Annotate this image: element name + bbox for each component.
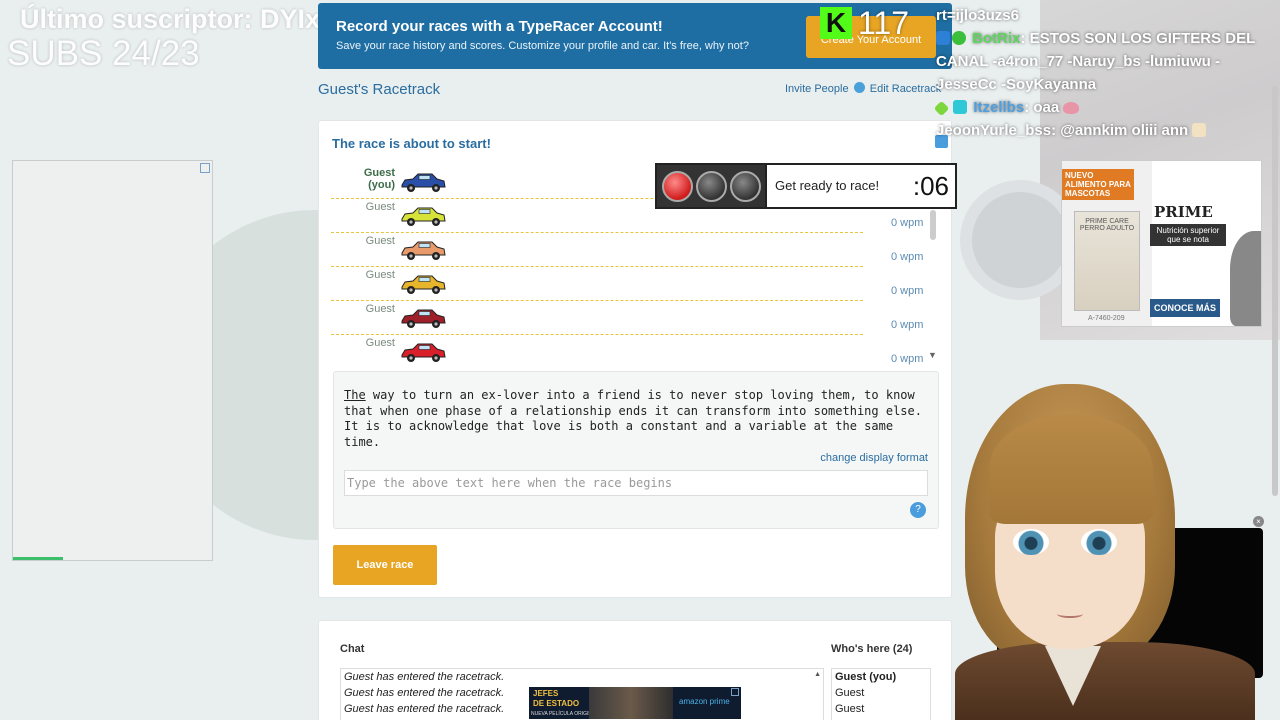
bot-badge-icon <box>936 31 950 45</box>
racer-lane: Guest 0 wpm <box>331 233 923 267</box>
subscriber-badge-icon <box>953 100 968 114</box>
dog-illustration-icon <box>1230 231 1261 326</box>
racer-lane: Guest 0 wpm <box>331 301 923 335</box>
stream-chat-line: rt=ijlo3uzs6 <box>936 7 1019 24</box>
banner-subtitle: Save your race history and scores. Custo… <box>336 40 749 52</box>
whos-here-title: Who's here (24) <box>831 643 913 655</box>
ad-cta-button[interactable]: CONOCE MÁS <box>1150 299 1220 317</box>
racer-lane: Guest 0 wpm <box>331 267 923 301</box>
emote-icon <box>1192 123 1207 137</box>
countdown-timer: :06 <box>912 171 949 201</box>
countdown-popup: Get ready to race! :06 <box>655 163 957 209</box>
scroll-down-icon[interactable]: ▼ <box>928 350 937 360</box>
race-status: The race is about to start! <box>332 136 491 151</box>
racer-name: Guest <box>365 235 395 247</box>
kick-viewer-count: 117 <box>858 4 910 41</box>
participant-item: Guest <box>835 703 865 715</box>
whos-here-list[interactable]: Guest (you) Guest Guest <box>831 668 931 720</box>
stream-chat-line: Itzellbs: oaa <box>933 96 1280 119</box>
ad-left[interactable] <box>12 160 213 561</box>
race-car-icon <box>401 309 446 328</box>
race-car-icon <box>401 343 446 362</box>
leave-race-button[interactable]: Leave race <box>333 545 437 585</box>
remaining-text: way to turn an ex-lover into a friend is… <box>344 388 922 449</box>
change-display-format-link[interactable]: change display format <box>820 452 928 464</box>
chat-title: Chat <box>340 643 365 655</box>
red-light-icon <box>661 170 693 202</box>
race-car-icon <box>401 173 446 192</box>
race-car-icon <box>401 241 446 260</box>
racer-wpm: 0 wpm <box>891 285 924 297</box>
ad-slogan: Nutrición superior que se nota <box>1150 224 1226 246</box>
race-car-icon <box>401 275 446 294</box>
green-light-icon <box>729 170 761 202</box>
stream-chat-user: JeoonYurle_bss <box>936 122 1052 139</box>
lanes-scrollbar[interactable] <box>930 210 936 240</box>
adchoices-icon[interactable] <box>200 163 210 173</box>
stream-chat-user: BotRix <box>972 30 1021 47</box>
chat-scroll-up-icon[interactable]: ▲ <box>814 671 821 678</box>
help-icon[interactable]: ? <box>910 502 926 518</box>
kick-viewer-badge: K 117 <box>820 5 909 41</box>
racer-wpm: 0 wpm <box>891 319 924 331</box>
participant-item: Guest (you) <box>835 671 897 683</box>
verified-badge-icon <box>952 31 966 45</box>
racetrack-links: Invite People Edit Racetrack <box>785 82 941 95</box>
stream-chat-overlay: rt=ijlo3uzs6 BotRix: ESTOS SON LOS GIFTE… <box>933 4 1280 142</box>
get-ready-text: Get ready to race! <box>775 178 880 193</box>
stream-chat-user: Itzellbs <box>973 99 1025 116</box>
race-car-icon <box>401 207 446 226</box>
ad-tag: NUEVO ALIMENTO PARA MASCOTAS <box>1062 169 1134 200</box>
edit-racetrack-link[interactable]: Edit Racetrack <box>870 83 942 95</box>
kick-logo-icon: K <box>820 7 852 39</box>
traffic-light <box>657 165 767 207</box>
racer-wpm: 0 wpm <box>891 353 924 365</box>
vtuber-avatar <box>955 384 1255 720</box>
ad-product-bag: PRIME CARE PERRO ADULTO <box>1074 211 1140 311</box>
stream-chat-line: JeoonYurle_bss: @annkim oliii ann <box>936 119 1280 142</box>
racer-name: Guest <box>365 337 395 349</box>
yellow-light-icon <box>695 170 727 202</box>
racer-wpm: 0 wpm <box>891 217 924 229</box>
gifter-badge-icon <box>933 100 950 117</box>
stream-chat-line: BotRix: ESTOS SON LOS GIFTERS DEL CANAL … <box>936 27 1280 96</box>
stream-chat-text: : oaa <box>1024 99 1060 116</box>
invite-people-link[interactable]: Invite People <box>785 83 849 95</box>
adchoices-icon[interactable] <box>731 688 739 696</box>
racer-name: Guest (you) <box>363 167 395 191</box>
subs-goal-overlay: SUBS 24/23 <box>7 34 200 73</box>
racer-name: Guest <box>365 269 395 281</box>
racer-name: Guest <box>365 303 395 315</box>
ad-bottom-title: JEFES <box>533 689 559 698</box>
current-word: The <box>344 388 366 402</box>
avatar-bangs <box>989 414 1153 524</box>
globe-icon <box>853 82 865 93</box>
page-scrollbar[interactable] <box>1272 86 1278 496</box>
avatar-eye-right <box>1081 529 1117 555</box>
racer-name: Guest <box>365 201 395 213</box>
stream-chat-text: : @annkim oliii ann <box>1051 122 1189 139</box>
emote-icon <box>1063 102 1080 114</box>
avatar-mouth <box>1057 610 1083 618</box>
ad-bottom-brand: amazon prime <box>679 697 730 706</box>
avatar-jacket <box>955 642 1255 720</box>
participant-item: Guest <box>835 687 865 699</box>
typing-input[interactable] <box>344 470 928 496</box>
chat-message: Guest has entered the racetrack. <box>344 671 505 683</box>
racer-lane: Guest 0 wpm <box>331 335 924 369</box>
race-text: The way to turn an ex-lover into a frien… <box>344 388 930 450</box>
ad-right[interactable]: NUEVO ALIMENTO PARA MASCOTAS PRIME CARE … <box>1061 160 1262 327</box>
banner-title: Record your races with a TypeRacer Accou… <box>336 18 663 35</box>
race-text-panel: The way to turn an ex-lover into a frien… <box>333 371 939 529</box>
ad-sku: A-7460-209 <box>1088 315 1125 322</box>
racer-wpm: 0 wpm <box>891 251 924 263</box>
avatar-eye-left <box>1013 529 1049 555</box>
ad-bottom-title-2: DE ESTADO <box>533 699 580 708</box>
racetrack-title: Guest's Racetrack <box>318 81 441 98</box>
ad-progress-bar <box>13 557 63 560</box>
ad-bottom[interactable]: JEFES DE ESTADO NUEVA PELÍCULA ORIGINAL … <box>529 687 741 719</box>
ad-bottom-image <box>589 687 673 719</box>
